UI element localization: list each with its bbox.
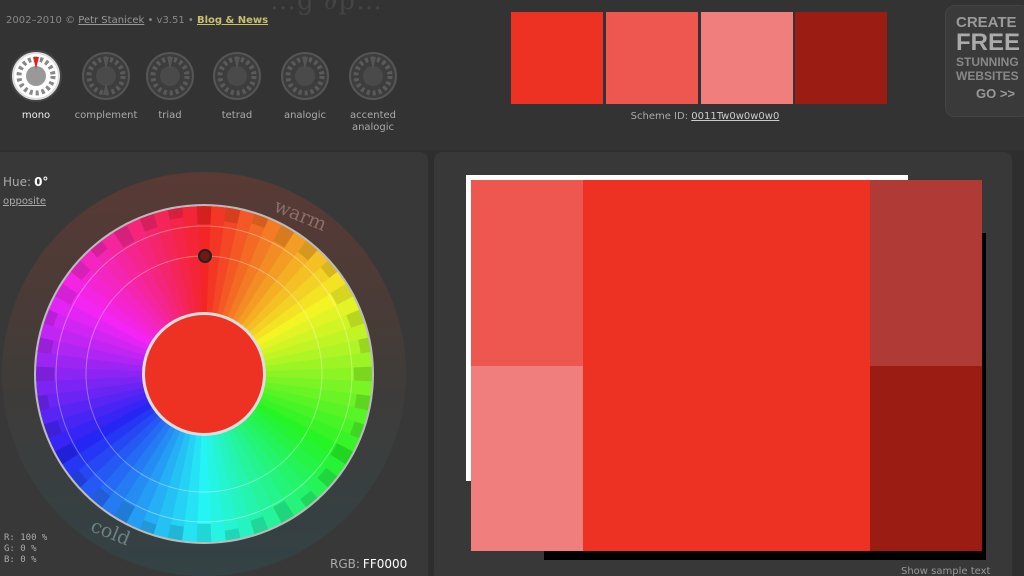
hue-readout: Hue: 0°	[3, 175, 48, 189]
ad-line-3: STUNNING	[956, 55, 1019, 69]
hue-label: Hue:	[3, 175, 32, 189]
rgb-percent-readout: R: 100 % G: 0 % B: 0 %	[4, 533, 47, 566]
swatch-3[interactable]	[701, 12, 793, 104]
analogic-dial-icon	[281, 52, 329, 100]
scheme-type-triad[interactable]: triad	[135, 52, 205, 122]
scheme-type-label: complement	[74, 110, 138, 121]
logo: …g ∂p…	[270, 0, 383, 16]
scheme-type-label: analogic	[283, 110, 327, 121]
ad-line-4: WEBSITES	[956, 69, 1019, 83]
mono-dial-icon	[12, 52, 60, 100]
scheme-type-label: tetrad	[221, 110, 253, 121]
hue-band-shade	[36, 366, 55, 382]
complement-dial-icon	[82, 52, 130, 100]
scheme-type-label: mono	[21, 110, 51, 121]
scheme-id: Scheme ID: 0011Tw0w0w0w0	[600, 111, 810, 122]
rgb-value: FF0000	[362, 557, 408, 571]
hue-handle[interactable]	[198, 249, 212, 263]
hue-band-shade	[196, 206, 212, 225]
ad-go-link[interactable]: GO >>	[976, 86, 1024, 101]
author-link[interactable]: Petr Stanicek	[78, 15, 144, 26]
hue-band-shade	[353, 366, 372, 382]
scheme-type-label: triad	[158, 110, 182, 121]
scheme-type-tetrad[interactable]: tetrad	[202, 52, 272, 122]
scheme-type-mono[interactable]: mono	[1, 52, 71, 122]
top-bar: …g ∂p… 2002–2010 © Petr Stanicek • v3.51…	[0, 0, 1024, 150]
swatch-2[interactable]	[606, 12, 698, 104]
triad-dial-icon	[146, 52, 194, 100]
ad-line-2: FREE	[956, 29, 1021, 56]
color-wheel[interactable]: warm cold	[2, 172, 407, 576]
accented-analogic-dial-icon	[349, 52, 397, 100]
credit-line: 2002–2010 © Petr Stanicek • v3.51 • Blog…	[6, 15, 268, 26]
scheme-type-accented-analogic[interactable]: accented analogic	[338, 52, 408, 134]
scheme-id-link[interactable]: 0011Tw0w0w0w0	[691, 111, 779, 122]
create-websites-ad[interactable]: CREATE FREE STUNNING WEBSITES GO >>	[945, 5, 1024, 117]
tetrad-dial-icon	[213, 52, 261, 100]
scheme-type-analogic[interactable]: analogic	[270, 52, 340, 122]
blog-news-link[interactable]: Blog & News	[197, 15, 268, 26]
scheme-swatches	[511, 12, 887, 104]
copyright-years: 2002–2010 ©	[6, 15, 76, 26]
scheme-preview	[466, 175, 986, 560]
preview-light-block	[471, 180, 583, 366]
green-percent: G: 0 %	[4, 544, 37, 554]
rgb-hex-readout: RGB: FF0000	[330, 557, 407, 571]
hue-band-shade	[196, 523, 212, 542]
show-sample-text-link[interactable]: Show sample text	[901, 566, 990, 576]
scheme-type-selector: mono complement triad tetrad analogic ac…	[0, 52, 420, 142]
preview-pale-block	[471, 366, 583, 551]
scheme-type-label: accented analogic	[349, 110, 397, 133]
version-text: • v3.51 •	[147, 15, 194, 26]
scheme-id-label: Scheme ID:	[630, 111, 689, 122]
opposite-link[interactable]: opposite	[3, 196, 46, 207]
preview-dark-block-1	[870, 180, 982, 366]
swatch-4[interactable]	[795, 12, 887, 104]
hue-value: 0°	[34, 175, 49, 189]
blue-percent: B: 0 %	[4, 555, 37, 565]
preview-dark-block-2	[870, 366, 982, 551]
selected-hue-disc	[145, 315, 263, 433]
swatch-1[interactable]	[511, 12, 603, 104]
scheme-type-complement[interactable]: complement	[71, 52, 141, 122]
rgb-label: RGB:	[330, 557, 360, 571]
preview-main-block	[583, 180, 870, 551]
red-percent: R: 100 %	[4, 533, 48, 543]
